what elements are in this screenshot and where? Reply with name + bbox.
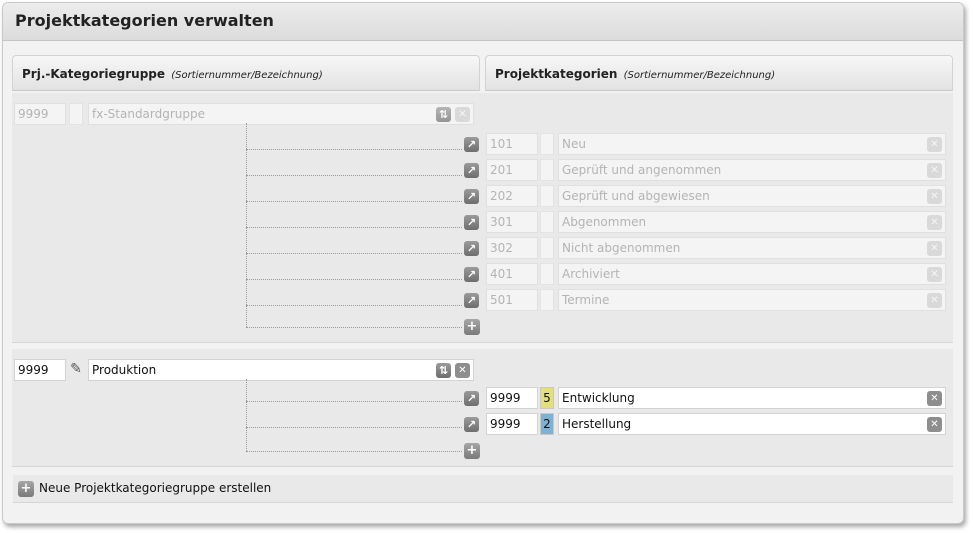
plus-icon: + bbox=[18, 481, 34, 497]
group-name-field[interactable]: fx-Standardgruppe bbox=[88, 103, 474, 125]
category-color-swatch[interactable]: 5 bbox=[540, 387, 554, 409]
category-color-swatch bbox=[540, 185, 554, 207]
page-title: Projektkategorien verwalten bbox=[15, 11, 274, 30]
tree-branch bbox=[246, 279, 462, 280]
tree-branch bbox=[246, 327, 462, 328]
category-color-swatch bbox=[540, 133, 554, 155]
tree-branch bbox=[246, 305, 462, 306]
close-icon[interactable]: ✕ bbox=[455, 107, 470, 122]
group-column-header: Prj.-Kategoriegruppe (Sortiernummer/Beze… bbox=[12, 55, 480, 91]
close-icon[interactable]: ✕ bbox=[927, 293, 942, 308]
tree-branch bbox=[246, 401, 462, 402]
tree-connector bbox=[246, 379, 247, 451]
category-color-swatch bbox=[540, 263, 554, 285]
category-name-field[interactable]: Geprüft und angenommen bbox=[558, 159, 946, 181]
category-column-sublabel: (Sortiernummer/Bezeichnung) bbox=[623, 70, 776, 81]
close-icon[interactable]: ✕ bbox=[927, 267, 942, 282]
group-sort-field[interactable]: 9999 bbox=[14, 103, 66, 125]
add-category-button[interactable]: + bbox=[464, 319, 480, 335]
close-icon[interactable]: ✕ bbox=[927, 417, 942, 432]
move-arrow-icon[interactable]: ↗ bbox=[464, 293, 479, 308]
close-icon[interactable]: ✕ bbox=[927, 163, 942, 178]
category-name-field[interactable]: Termine bbox=[558, 289, 946, 311]
category-column-label: Projektkategorien bbox=[495, 67, 618, 81]
move-arrow-icon[interactable]: ↗ bbox=[464, 163, 479, 178]
pencil-icon[interactable]: ✎ bbox=[68, 359, 84, 381]
move-arrow-icon[interactable]: ↗ bbox=[464, 417, 479, 432]
tree-branch bbox=[246, 427, 462, 428]
tree-connector bbox=[246, 123, 247, 327]
category-sort-field[interactable]: 301 bbox=[486, 211, 538, 233]
move-arrow-icon[interactable]: ↗ bbox=[464, 137, 479, 152]
close-icon[interactable]: ✕ bbox=[927, 391, 942, 406]
category-name-field[interactable]: Neu bbox=[558, 133, 946, 155]
sort-icon[interactable]: ⇅ bbox=[436, 107, 451, 122]
category-name-field[interactable]: Nicht abgenommen bbox=[558, 237, 946, 259]
close-icon[interactable]: ✕ bbox=[927, 241, 942, 256]
category-name-field[interactable]: Geprüft und abgewiesen bbox=[558, 185, 946, 207]
group-column-label: Prj.-Kategoriegruppe bbox=[22, 67, 166, 81]
group-color-swatch bbox=[69, 103, 83, 125]
move-arrow-icon[interactable]: ↗ bbox=[464, 189, 479, 204]
new-group-button[interactable]: + Neue Projektkategoriegruppe erstellen bbox=[13, 475, 953, 503]
close-icon[interactable]: ✕ bbox=[455, 363, 470, 378]
category-sort-field[interactable]: 101 bbox=[486, 133, 538, 155]
tree-branch bbox=[246, 149, 462, 150]
category-sort-field[interactable]: 9999 bbox=[486, 413, 538, 435]
group-sort-field[interactable]: 9999 bbox=[14, 359, 66, 381]
add-category-button[interactable]: + bbox=[464, 443, 480, 459]
category-color-swatch bbox=[540, 237, 554, 259]
group-panel-standard: 9999 fx-Standardgruppe ⇅ ✕ ↗ 101 Neu ✕ ↗… bbox=[12, 93, 953, 343]
close-icon[interactable]: ✕ bbox=[927, 189, 942, 204]
category-color-swatch bbox=[540, 211, 554, 233]
dialog-window: Projektkategorien verwalten Prj.-Kategor… bbox=[2, 2, 964, 524]
tree-branch bbox=[246, 175, 462, 176]
category-color-swatch[interactable]: 2 bbox=[540, 413, 554, 435]
tree-branch bbox=[246, 227, 462, 228]
close-icon[interactable]: ✕ bbox=[927, 137, 942, 152]
tree-branch bbox=[246, 451, 462, 452]
category-column-header: Projektkategorien (Sortiernummer/Bezeich… bbox=[485, 55, 953, 91]
move-arrow-icon[interactable]: ↗ bbox=[464, 215, 479, 230]
category-name-field[interactable]: Abgenommen bbox=[558, 211, 946, 233]
category-sort-field[interactable]: 501 bbox=[486, 289, 538, 311]
category-sort-field[interactable]: 201 bbox=[486, 159, 538, 181]
group-name-field[interactable]: Produktion bbox=[88, 359, 474, 381]
group-panel-produktion: 9999 ✎ Produktion ⇅ ✕ ↗ 9999 5 Entwicklu… bbox=[12, 349, 953, 467]
move-arrow-icon[interactable]: ↗ bbox=[464, 391, 479, 406]
tree-branch bbox=[246, 253, 462, 254]
category-name-field[interactable]: Archiviert bbox=[558, 263, 946, 285]
category-sort-field[interactable]: 9999 bbox=[486, 387, 538, 409]
sort-icon[interactable]: ⇅ bbox=[436, 363, 451, 378]
group-column-sublabel: (Sortiernummer/Bezeichnung) bbox=[171, 70, 323, 81]
tree-branch bbox=[246, 201, 462, 202]
close-icon[interactable]: ✕ bbox=[927, 215, 942, 230]
new-group-label: Neue Projektkategoriegruppe erstellen bbox=[39, 481, 272, 495]
move-arrow-icon[interactable]: ↗ bbox=[464, 241, 479, 256]
category-color-swatch bbox=[540, 289, 554, 311]
category-name-field[interactable]: Entwicklung bbox=[558, 387, 946, 409]
title-bar: Projektkategorien verwalten bbox=[3, 3, 963, 41]
category-name-field[interactable]: Herstellung bbox=[558, 413, 946, 435]
category-color-swatch bbox=[540, 159, 554, 181]
category-sort-field[interactable]: 202 bbox=[486, 185, 538, 207]
category-sort-field[interactable]: 302 bbox=[486, 237, 538, 259]
category-sort-field[interactable]: 401 bbox=[486, 263, 538, 285]
move-arrow-icon[interactable]: ↗ bbox=[464, 267, 479, 282]
